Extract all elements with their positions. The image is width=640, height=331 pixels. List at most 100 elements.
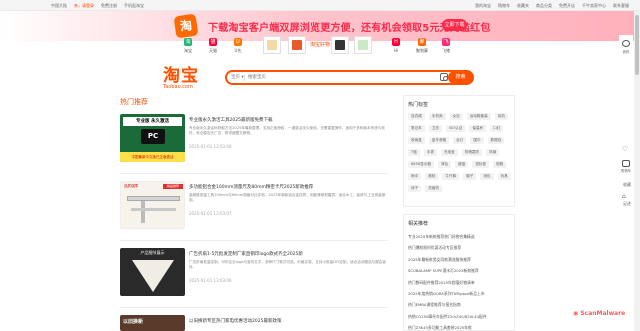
section-title: 热门推荐: [120, 98, 148, 106]
rbar-label[interactable]: 我的: [620, 49, 632, 54]
region-selector[interactable]: 中国大陆: [51, 2, 67, 9]
tag-chip[interactable]: 运动鞋套装: [466, 113, 491, 120]
tag-chip[interactable]: 拖鞋: [493, 161, 507, 168]
tag-chip[interactable]: 玩具: [497, 173, 511, 180]
tag-chip[interactable]: 耳机: [494, 113, 508, 120]
app-shortcut[interactable]: U U先: [234, 38, 242, 54]
related-link[interactable]: 2025年度热销DORA系列TNTspace新品上市: [408, 288, 514, 299]
product-thumb[interactable]: [288, 36, 306, 54]
tag-chip[interactable]: 手机壳: [428, 113, 446, 120]
camera-icon[interactable]: [440, 73, 448, 81]
tag-chip[interactable]: 围巾: [470, 137, 484, 144]
app-shortcut[interactable]: 飞 飞猪: [442, 38, 450, 54]
tag-chip[interactable]: 风扇: [486, 149, 500, 156]
tag-chip[interactable]: 蓝牙音箱: [428, 137, 450, 144]
tmall-icon: 猫: [209, 38, 217, 46]
cart-link[interactable]: 购物车: [498, 2, 510, 9]
tag-chip[interactable]: 防晒霜衣: [461, 149, 483, 156]
article-thumbnail[interactable]: 品质保障 精品推荐: [120, 181, 185, 229]
article-title[interactable]: 多功能铝合金100mm测量尺及80mm精密卡尺2025新款推荐: [189, 184, 389, 190]
related-link[interactable]: 专业2025年新款推荐热门好物合集精选: [408, 231, 514, 242]
article-thumbnail[interactable]: 产品细节展示: [120, 248, 185, 296]
tag-chip[interactable]: 牛仔裤: [442, 173, 460, 180]
related-link[interactable]: 热门EMBA课程推荐与报名指南: [408, 299, 514, 310]
tag-chip[interactable]: 笔记本: [408, 125, 425, 132]
related-link[interactable]: 热门Z3K45多功能工具套装2025年款: [408, 322, 514, 331]
tag-chip[interactable]: 充电宝: [440, 149, 458, 156]
product-thumb[interactable]: [263, 36, 281, 54]
rbar-label[interactable]: 足迹: [621, 201, 633, 207]
tag-chip[interactable]: 雨伞: [408, 173, 422, 180]
tag-chip[interactable]: 帽子: [463, 173, 477, 180]
app-shortcut[interactable]: 淘 淘宝: [184, 38, 192, 54]
related-link[interactable]: 热门爆款限时优惠活动专区推荐: [408, 242, 514, 253]
tag-chip[interactable]: ISO认证: [445, 125, 466, 132]
tag-chip[interactable]: 连衣裙: [408, 113, 425, 120]
category-link[interactable]: 商品分类: [536, 2, 552, 9]
tag-chip[interactable]: 背包: [437, 161, 452, 168]
app-shortcut[interactable]: 猫 天猫: [209, 38, 217, 54]
rbar-label[interactable]: 购物车: [620, 168, 632, 173]
article-item[interactable]: 产品细节展示 广告折扇1-5元批发定制厂家直销印logo款式齐全2025新 广告…: [120, 248, 388, 302]
tag-chip[interactable]: 女包: [449, 113, 463, 120]
article-divider: [120, 240, 388, 241]
tag-chip[interactable]: 抱枕: [425, 173, 439, 180]
featured-label[interactable]: 淘宝好物: [310, 41, 330, 48]
topbar-right-links: 我的淘宝 购物车 收藏夹 商品分类 免费开店 千牛卖家中心 联系客服: [475, 2, 629, 9]
cart-icon[interactable]: [622, 160, 630, 167]
tag-chip[interactable]: 口红: [490, 125, 504, 132]
article-item[interactable]: 品质保障 精品推荐 多功能铝合金100mm测量尺及80mm精密卡尺2025新款推…: [120, 181, 388, 235]
tag-chip[interactable]: 手表: [423, 149, 437, 156]
ruler-shape: [127, 196, 180, 201]
tag-chip[interactable]: 6658显示器: [408, 161, 434, 168]
search-category-select[interactable]: 宝贝 ▾: [231, 74, 244, 80]
search-input[interactable]: [248, 73, 438, 82]
scrollbar-thumb[interactable]: [635, 15, 639, 75]
open-shop-link[interactable]: 免费开店: [559, 2, 575, 9]
taobao-logo[interactable]: 淘宝: [163, 67, 199, 85]
related-link[interactable]: 热门数码配件推荐2025年超值好物清单: [408, 277, 514, 288]
download-button[interactable]: 立即下载: [442, 19, 467, 31]
favorites-link[interactable]: 收藏夹: [517, 2, 529, 9]
tag-chip[interactable]: 台灯: [453, 137, 467, 144]
related-link[interactable]: 热销CG250摩托车配件Z20/Z40/820L44配件: [408, 311, 514, 322]
related-link[interactable]: 2025年最新款男女同款潮流服饰推荐: [408, 254, 514, 265]
tag-chip[interactable]: 洗面奶: [425, 185, 442, 192]
tag-chip[interactable]: 钱包: [480, 173, 494, 180]
tag-chip[interactable]: 保温杯: [469, 125, 487, 132]
related-link[interactable]: SCUBALAMP SUPE潜水灯2025新款推荐: [408, 265, 514, 276]
footprint-icon[interactable]: ⌂: [622, 193, 626, 200]
article-item[interactable]: 专业版 永久激活 PC 中国最新中文版已正版激活 专业版永久激活工具2025最新…: [120, 114, 388, 168]
article-divider: [120, 307, 388, 308]
tag-chip[interactable]: 数据线: [487, 137, 505, 144]
seller-center-link[interactable]: 千牛卖家中心: [582, 2, 606, 9]
app-shortcut[interactable]: H Hi: [392, 38, 400, 53]
page-scrollbar[interactable]: [634, 11, 640, 331]
mobile-link[interactable]: 手机逛淘宝: [124, 2, 144, 9]
user-icon[interactable]: [622, 40, 630, 47]
article-title[interactable]: 广告折扇1-5元批发定制厂家直销印logo款式齐全2025新: [189, 251, 389, 257]
tag-chip[interactable]: 鼠标垫: [472, 161, 490, 168]
product-thumb[interactable]: [354, 36, 372, 54]
tag-chip[interactable]: 袜子: [408, 185, 422, 192]
customer-service-link[interactable]: 联系客服: [613, 2, 629, 9]
article-title[interactable]: 专业版永久激活工具2025最新版免费下载: [189, 117, 389, 123]
article-thumbnail[interactable]: 专业版 永久激活 PC 中国最新中文版已正版激活: [120, 114, 185, 162]
article-title[interactable]: 以旧换新专区热门家电优惠活动2025最新政策: [189, 318, 389, 324]
app-shortcut[interactable]: 聚 聚划算: [416, 38, 428, 54]
login-link[interactable]: 亲，请登录: [74, 2, 94, 9]
article-desc: 专业版永久激活码获取方法2025年最新整理，支持正版授权，一键激活永久使用，无需…: [189, 126, 386, 135]
thumb-footer: 中国最新中文版已正版激活: [120, 152, 185, 162]
heart-icon[interactable]: ♡: [622, 145, 628, 153]
search-button[interactable]: 搜索: [448, 71, 473, 84]
my-taobao-link[interactable]: 我的淘宝: [475, 2, 491, 9]
tag-chip[interactable]: T恤: [408, 149, 420, 156]
product-thumb[interactable]: [331, 36, 349, 54]
article-thumbnail[interactable]: 以旧换新: [120, 315, 185, 331]
rbar-label[interactable]: 收藏: [621, 182, 633, 188]
tag-chip[interactable]: 收纳盒: [408, 137, 425, 144]
tag-chip[interactable]: 卫衣: [428, 125, 442, 132]
article-item[interactable]: 以旧换新 以旧换新专区热门家电优惠活动2025最新政策: [120, 315, 388, 331]
tag-chip[interactable]: 键盘: [455, 161, 469, 168]
register-link[interactable]: 免费注册: [101, 2, 117, 9]
